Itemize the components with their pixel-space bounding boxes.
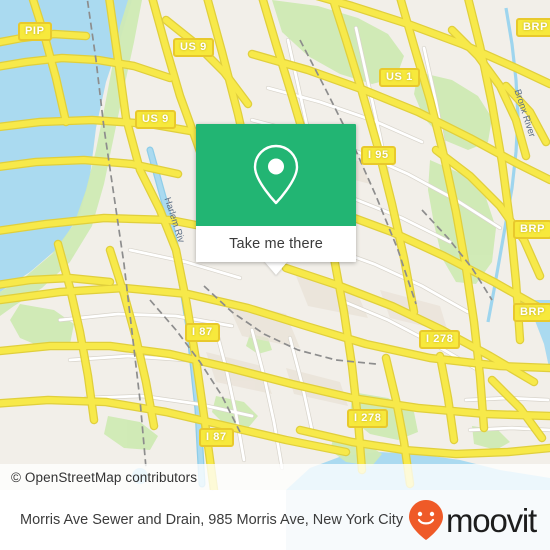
road-shield: I 95: [361, 146, 396, 165]
location-popup-card[interactable]: Take me there: [196, 124, 356, 262]
openstreetmap-attribution[interactable]: © OpenStreetMap contributors: [0, 470, 197, 485]
popup-pointer-tail: [264, 261, 288, 275]
road-shield: BRP: [513, 303, 550, 322]
road-shield: I 278: [347, 409, 389, 428]
moovit-logo[interactable]: moovit: [408, 499, 537, 541]
road-shield: I 87: [185, 323, 220, 342]
map-result-page: PIP US 9 US 9 US 1 I 95 BRP BRP BRP I 87…: [0, 0, 550, 550]
map-attribution-bar: © OpenStreetMap contributors: [0, 464, 550, 490]
road-shield: I 278: [419, 330, 461, 349]
take-me-there-button[interactable]: Take me there: [196, 226, 356, 262]
map-canvas[interactable]: PIP US 9 US 9 US 1 I 95 BRP BRP BRP I 87…: [0, 0, 550, 490]
result-footer: Morris Ave Sewer and Drain, 985 Morris A…: [0, 490, 550, 550]
road-shield: I 87: [199, 428, 234, 447]
location-pin-icon: [253, 144, 299, 205]
take-me-there-label: Take me there: [229, 236, 323, 252]
moovit-wordmark: moovit: [446, 501, 537, 539]
road-shield: US 9: [173, 38, 214, 57]
popup-hero: [196, 124, 356, 226]
road-shield: BRP: [513, 220, 550, 239]
place-title: Morris Ave Sewer and Drain, 985 Morris A…: [20, 511, 404, 528]
road-shield: PIP: [18, 22, 52, 41]
road-shield: BRP: [516, 18, 550, 37]
road-shield: US 1: [379, 68, 420, 87]
road-shield: US 9: [135, 110, 176, 129]
moovit-smiling-pin-icon: [409, 500, 443, 540]
